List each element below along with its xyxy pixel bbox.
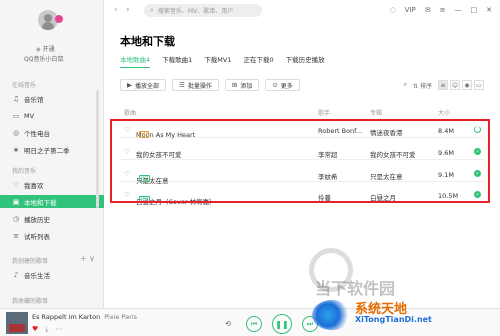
- sidebar-item-tomorrow-star[interactable]: ★ 明日之子第二季: [0, 143, 104, 156]
- section-online-music: 在线音乐: [12, 82, 37, 89]
- sidebar: ◆ 开通 QQ音乐小白鼠 在线音乐 ♫ 音乐馆 ▭ MV ◎ 个性电台 ★ 明日之子第二季…: [0, 0, 104, 308]
- header-song[interactable]: 歌曲: [124, 108, 136, 117]
- tab-downloaded-songs[interactable]: 下载歌曲1: [162, 54, 192, 64]
- more-icon[interactable]: ⋯: [55, 325, 62, 334]
- section-created-playlists: 我创建的歌单: [12, 258, 49, 265]
- batch-icon: ☰: [179, 81, 185, 89]
- playlist-icon: ♪: [13, 270, 19, 279]
- open-vip-button[interactable]: ◆ 开通: [36, 44, 55, 53]
- add-icon: ⊞: [231, 81, 238, 89]
- view-switch: ≡ ☺ ◉ ▭: [438, 80, 484, 90]
- mv-icon: ▭: [12, 111, 20, 120]
- add-button[interactable]: ⊞ 添加: [224, 79, 260, 91]
- sort-icon: ⇅: [413, 82, 419, 90]
- tab-local-songs[interactable]: 本地歌曲4: [120, 54, 151, 68]
- sidebar-item-music-life[interactable]: ♪ 音乐生活: [0, 268, 104, 281]
- maximize-icon[interactable]: □: [471, 6, 478, 14]
- sidebar-item-history[interactable]: ◷ 播放历史: [0, 212, 104, 225]
- search-icon: ⌕: [150, 6, 154, 14]
- collapse-icon[interactable]: ∨: [89, 254, 95, 263]
- header-size[interactable]: 大小: [438, 108, 450, 117]
- watermark-swirl-icon: [312, 300, 352, 330]
- sidebar-item-mv[interactable]: ▭ MV: [0, 109, 104, 122]
- add-playlist-button[interactable]: + ∨: [80, 254, 95, 263]
- diamond-icon: ◆: [36, 46, 41, 53]
- search-icon[interactable]: ⌕: [404, 81, 407, 89]
- window-controls: ◌ VIP ✉ ≡ — □ ✕: [390, 6, 492, 14]
- previous-button[interactable]: ⏮: [246, 316, 262, 332]
- right-tools: ⌕ ⇅ 排序 ≡ ☺ ◉ ▭: [404, 80, 484, 90]
- watermark-brand: 系统天地 XiTongTianDi.net: [355, 302, 432, 324]
- star-icon: ★: [12, 145, 20, 154]
- now-playing: Es Rappelt im Karton Pixie Paris: [32, 313, 137, 321]
- download-icon[interactable]: ⤓: [45, 325, 48, 334]
- watermark-text: 当下软件园: [315, 279, 396, 298]
- header-artist[interactable]: 歌手: [318, 108, 330, 117]
- back-button[interactable]: ‹: [114, 5, 118, 15]
- toolbar: ▶ 播放全部 ☰ 批量操作 ⊞ 添加 ⊙ 更多: [120, 79, 300, 91]
- tab-downloaded-mv[interactable]: 下载MV1: [204, 54, 231, 64]
- album-view-icon[interactable]: ◉: [462, 80, 472, 90]
- play-all-button[interactable]: ▶ 播放全部: [120, 79, 167, 91]
- pause-button[interactable]: ❚❚: [272, 314, 292, 334]
- page-title: 本地和下载: [120, 35, 175, 48]
- top-bar: ‹ › ⌕ 搜索音乐、MV、歌单、用户 ◌ VIP ✉ ≡ — □ ✕: [104, 0, 500, 22]
- header-album[interactable]: 专辑: [370, 108, 382, 117]
- sidebar-item-radio[interactable]: ◎ 个性电台: [0, 126, 104, 139]
- tab-downloading[interactable]: 正在下载0: [243, 54, 273, 64]
- history-icon: ◷: [12, 214, 20, 223]
- tab-download-history[interactable]: 下载历史播放: [286, 54, 325, 64]
- forward-button[interactable]: ›: [126, 5, 130, 15]
- folder-view-icon[interactable]: ▭: [474, 80, 484, 90]
- loop-icon[interactable]: ⟲: [220, 316, 236, 332]
- section-collected-playlists: 我收藏的歌单: [12, 298, 49, 305]
- sidebar-item-favorites[interactable]: ♡ 我喜欢: [0, 178, 104, 191]
- vip-badge-icon: [55, 15, 63, 23]
- sidebar-item-trial-list[interactable]: ≡ 试听列表: [0, 229, 104, 242]
- username[interactable]: QQ音乐小白鼠: [24, 54, 63, 63]
- heart-icon[interactable]: ♥: [32, 325, 38, 334]
- more-icon: ⊙: [272, 81, 278, 89]
- album-cover[interactable]: [6, 312, 28, 334]
- minimize-icon[interactable]: —: [455, 6, 462, 14]
- play-icon: ▶: [127, 81, 132, 89]
- section-my-music: 我的音乐: [12, 168, 37, 175]
- player-actions: ♥ ⤓ ⋯: [32, 325, 62, 334]
- radio-icon: ◎: [12, 128, 20, 137]
- sidebar-item-local-download[interactable]: ▣ 本地和下载: [0, 195, 104, 208]
- mail-icon[interactable]: ✉: [425, 6, 431, 14]
- skin-icon[interactable]: ◌: [390, 6, 396, 14]
- highlight-box: [110, 119, 490, 203]
- search-input[interactable]: ⌕ 搜索音乐、MV、歌单、用户: [144, 4, 262, 17]
- sidebar-scrollbar[interactable]: [96, 90, 99, 208]
- vip-link[interactable]: VIP: [405, 6, 416, 14]
- close-icon[interactable]: ✕: [486, 6, 492, 14]
- song-name[interactable]: Es Rappelt im Karton: [32, 313, 100, 321]
- tabs: 本地歌曲4 下载歌曲1 下载MV1 正在下载0 下载历史播放: [120, 54, 325, 68]
- batch-button[interactable]: ☰ 批量操作: [172, 79, 219, 91]
- heart-icon: ♡: [12, 180, 20, 189]
- table-header: 歌曲 歌手 专辑 大小: [120, 106, 484, 118]
- song-artist[interactable]: Pixie Paris: [104, 313, 137, 321]
- more-button[interactable]: ⊙ 更多: [265, 79, 300, 91]
- music-hall-icon: ♫: [12, 94, 20, 103]
- sort-button[interactable]: ⇅ 排序: [413, 81, 432, 90]
- list-icon: ≡: [13, 231, 19, 240]
- singer-view-icon[interactable]: ☺: [450, 80, 460, 90]
- menu-icon[interactable]: ≡: [440, 6, 446, 14]
- list-view-icon[interactable]: ≡: [438, 80, 448, 90]
- sidebar-item-music-hall[interactable]: ♫ 音乐馆: [0, 92, 104, 105]
- computer-icon: ▣: [12, 197, 20, 206]
